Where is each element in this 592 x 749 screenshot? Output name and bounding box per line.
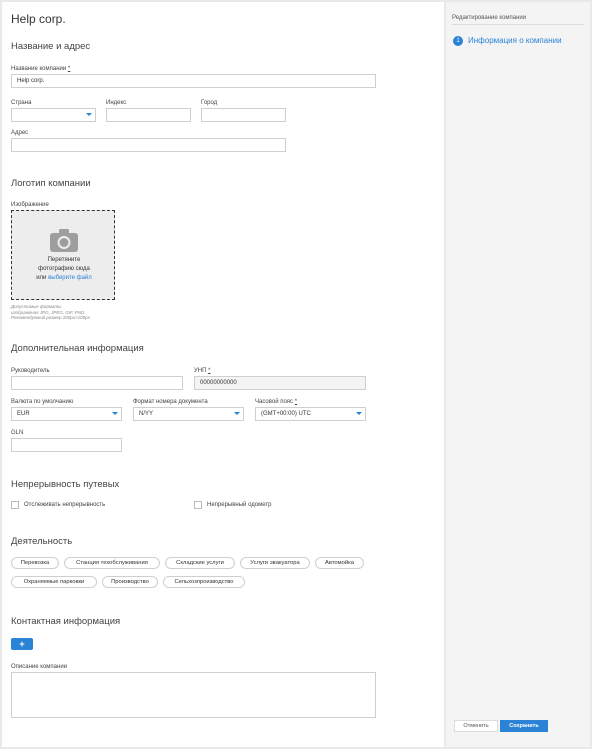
sidebar-divider: [452, 24, 584, 25]
track-continuity-checkbox[interactable]: [11, 501, 19, 509]
section-title-name-address: Название и адрес: [11, 41, 91, 52]
sidebar-header: Редактирование компании: [452, 15, 527, 21]
step-number-badge: 1: [453, 36, 463, 46]
required-mark: *: [208, 368, 211, 374]
camera-icon: [50, 229, 78, 252]
director-label: Руководитель: [11, 368, 50, 374]
required-mark: *: [294, 399, 298, 405]
activity-chip[interactable]: Складские услуги: [165, 557, 235, 569]
director-input[interactable]: [11, 376, 183, 390]
address-input[interactable]: [11, 138, 286, 152]
activity-chip[interactable]: Охраняемые парковки: [11, 576, 97, 588]
chevron-down-icon: [112, 412, 118, 415]
currency-label: Валюта по умолчанию: [11, 399, 74, 405]
gln-input[interactable]: [11, 438, 122, 452]
unp-input[interactable]: 00000000000: [194, 376, 366, 390]
index-label: Индекс: [106, 100, 127, 106]
company-name-label-text: Название компании: [11, 66, 67, 72]
city-label: Город: [201, 100, 218, 106]
section-title-contacts: Контактная информация: [11, 616, 121, 627]
section-title-continuity: Непрерывность путевых: [11, 479, 120, 490]
description-label: Описание компании: [11, 664, 68, 670]
country-label: Страна: [11, 100, 32, 106]
page-title: Help corp.: [11, 12, 66, 26]
hint-size: Рекомендуемый размер 200px×100px: [11, 315, 90, 320]
currency-select[interactable]: EUR: [11, 407, 122, 421]
unp-label: УНП *: [194, 368, 210, 374]
page: Help corp. Название и адрес Название ком…: [0, 0, 592, 749]
section-title-activity: Деятельность: [11, 536, 73, 547]
timezone-label: Часовой пояс *: [255, 399, 297, 405]
unp-label-text: УНП: [194, 368, 207, 374]
description-value: [12, 673, 375, 679]
activity-chip[interactable]: Станция техобслуживания: [64, 557, 160, 569]
sidebar-step-company-info[interactable]: Информация о компании: [468, 36, 562, 46]
timezone-select[interactable]: (GMT+00:00) UTC: [255, 407, 366, 421]
section-title-additional: Дополнительная информация: [11, 343, 144, 354]
image-dropzone[interactable]: Перетяните фотографию сюда или выберите …: [11, 210, 115, 300]
activity-chip[interactable]: Услуги эвакуатора: [240, 557, 310, 569]
timezone-select-value: (GMT+00:00) UTC: [261, 411, 311, 417]
continuous-odometer-checkbox[interactable]: [194, 501, 202, 509]
doc-format-select-value: N/YY: [139, 411, 154, 417]
chevron-down-icon: [86, 113, 92, 116]
description-textarea[interactable]: [11, 672, 376, 718]
company-name-input[interactable]: Help corp.: [11, 74, 376, 88]
doc-format-label: Формат номера документа: [133, 399, 208, 405]
image-label: Изображение: [11, 202, 49, 208]
dropzone-text-line1: Перетяните: [47, 257, 81, 263]
chevron-down-icon: [234, 412, 240, 415]
cancel-button[interactable]: Отменить: [454, 720, 498, 732]
currency-select-value: EUR: [17, 411, 30, 417]
city-input[interactable]: [201, 108, 286, 122]
address-label: Адрес: [11, 130, 29, 136]
dropzone-text-line2: фотографию сюда: [38, 266, 90, 272]
doc-format-select[interactable]: N/YY: [133, 407, 244, 421]
required-mark: *: [67, 66, 71, 72]
dropzone-or-text: или: [36, 275, 49, 281]
sidebar: Редактирование компании 1 Информация о к…: [446, 2, 590, 747]
company-name-label: Название компании *: [11, 66, 70, 72]
section-title-logo: Логотип компании: [11, 178, 91, 189]
activity-chip[interactable]: Перевозка: [11, 557, 59, 569]
main-panel: Help corp. Название и адрес Название ком…: [2, 2, 444, 747]
add-contact-button[interactable]: +: [11, 638, 33, 650]
gln-label: GLN: [11, 430, 24, 436]
dropzone-text-line3: или выберите файл: [12, 274, 116, 283]
dropzone-hint: Допустимые форматы изображения JPG, JPEG…: [11, 304, 90, 321]
activity-chip[interactable]: Автомойка: [315, 557, 364, 569]
save-button[interactable]: Сохранить: [500, 720, 548, 732]
country-select[interactable]: [11, 108, 96, 122]
continuous-odometer-label: Непрерывный одометр: [207, 502, 272, 508]
track-continuity-label: Отслеживать непрерывность: [24, 502, 106, 508]
timezone-label-text: Часовой пояс: [255, 399, 294, 405]
activity-chip[interactable]: Производство: [102, 576, 158, 588]
activity-chip[interactable]: Сельхозпроизводство: [163, 576, 245, 588]
chevron-down-icon: [356, 412, 362, 415]
index-input[interactable]: [106, 108, 191, 122]
choose-file-link[interactable]: выберите файл: [48, 275, 92, 281]
